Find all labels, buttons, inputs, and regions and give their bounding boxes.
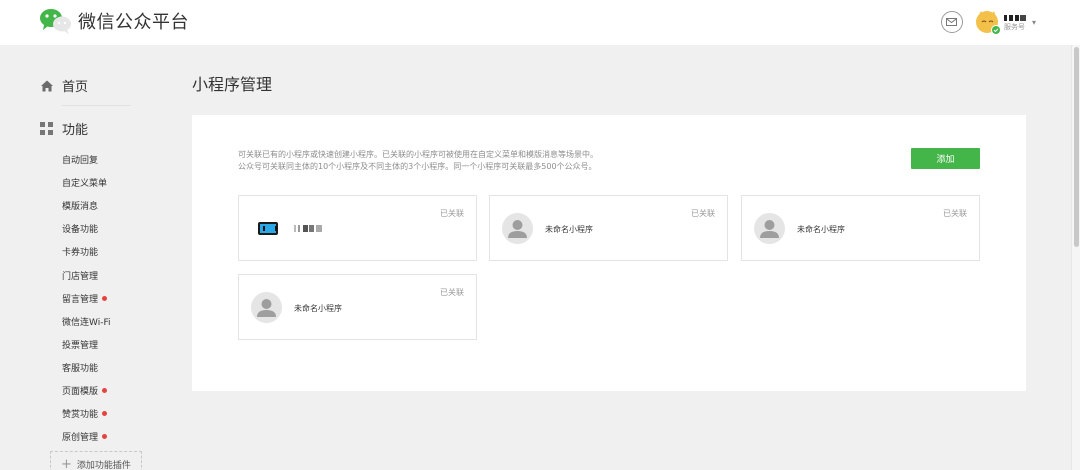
mini-program-panel: 可关联已有的小程序或快速创建小程序。已关联的小程序可被使用在自定义菜单和模版消息… <box>192 115 1026 391</box>
scrollbar-thumb[interactable] <box>1074 47 1079 247</box>
chevron-down-icon[interactable]: ▾ <box>1032 18 1036 27</box>
mail-button[interactable] <box>940 11 963 33</box>
sidebar-item-label: 自动回复 <box>62 156 99 167</box>
sidebar-item-label: 自定义菜单 <box>62 179 108 190</box>
home-icon <box>41 80 53 91</box>
sidebar-section-function: 功能 <box>40 119 88 138</box>
sidebar: 首页 功能 自动回复 自定义菜单 模版消息 设备功能 卡券功能 门店管理 留言管… <box>0 45 170 470</box>
plus-icon: + <box>61 456 72 470</box>
brand-title: 微信公众平台 <box>78 12 189 33</box>
sidebar-item-label: 原创管理 <box>62 433 99 444</box>
mini-program-name-redacted <box>294 225 322 232</box>
sidebar-item-wifi[interactable]: 微信连Wi-Fi <box>62 310 110 333</box>
sidebar-item-label: 模版消息 <box>62 202 99 213</box>
account-area: 服务号 ▾ <box>940 8 1036 36</box>
placeholder-avatar-icon <box>754 213 785 244</box>
placeholder-avatar-icon <box>502 213 533 244</box>
mini-program-name: 未命名小程序 <box>797 225 845 234</box>
sidebar-item-label: 留言管理 <box>62 294 99 305</box>
avatar-icon <box>975 11 1001 35</box>
add-button[interactable]: 添加 <box>911 148 980 169</box>
scrollbar[interactable] <box>1071 45 1080 470</box>
mail-icon <box>946 18 958 26</box>
sidebar-item-label: 设备功能 <box>62 225 99 236</box>
page-title: 小程序管理 <box>192 75 273 94</box>
mini-program-app-icon <box>258 222 278 235</box>
sidebar-item-label: 投票管理 <box>62 340 99 351</box>
sidebar-item-auto-reply[interactable]: 自动回复 <box>62 148 110 171</box>
description-line: 公众号可关联同主体的10个小程序及不同主体的3个小程序。同一个小程序可关联最多5… <box>238 162 597 171</box>
sidebar-item-custom-menu[interactable]: 自定义菜单 <box>62 171 110 194</box>
sidebar-item-reward[interactable]: 赞赏功能 <box>62 402 110 425</box>
sidebar-item-store[interactable]: 门店管理 <box>62 263 110 286</box>
new-badge <box>102 295 108 301</box>
sidebar-item-original[interactable]: 原创管理 <box>62 425 110 448</box>
add-plugin-label: 添加功能插件 <box>76 460 131 470</box>
sidebar-item-page-template[interactable]: 页面模版 <box>62 379 110 402</box>
account-info[interactable]: 服务号 <box>1003 13 1026 31</box>
mini-program-name: 未命名小程序 <box>545 225 593 234</box>
new-badge <box>102 411 108 417</box>
sidebar-item-label: 页面模版 <box>62 386 99 397</box>
sidebar-item-device[interactable]: 设备功能 <box>62 217 110 240</box>
mini-program-name: 未命名小程序 <box>294 304 342 313</box>
mini-program-card[interactable]: 已关联 <box>238 195 477 261</box>
account-name-redacted <box>1003 15 1026 21</box>
status-badge: 已关联 <box>691 209 715 218</box>
avatar[interactable] <box>974 8 1002 36</box>
description: 可关联已有的小程序或快速创建小程序。已关联的小程序可被使用在自定义菜单和模版消息… <box>238 149 598 173</box>
function-menu: 自动回复 自定义菜单 模版消息 设备功能 卡券功能 门店管理 留言管理 微信连W… <box>62 148 110 448</box>
mini-program-card[interactable]: 未命名小程序 已关联 <box>741 195 980 261</box>
top-bar: 微信公众平台 服务号 ▾ <box>0 0 1080 45</box>
new-badge <box>102 434 108 440</box>
status-badge: 已关联 <box>440 288 464 297</box>
sidebar-item-label: 赞赏功能 <box>62 410 99 421</box>
new-badge <box>102 387 108 393</box>
divider <box>62 105 131 106</box>
grid-icon <box>40 122 53 135</box>
sidebar-item-label: 微信连Wi-Fi <box>62 317 111 328</box>
wechat-logo-icon <box>40 9 71 34</box>
placeholder-avatar-icon <box>251 292 282 323</box>
status-badge: 已关联 <box>943 209 967 218</box>
sidebar-section-label: 功能 <box>62 123 89 138</box>
status-badge: 已关联 <box>440 209 464 218</box>
sidebar-item-template-message[interactable]: 模版消息 <box>62 194 110 217</box>
mini-program-card[interactable]: 未命名小程序 已关联 <box>238 274 477 340</box>
sidebar-item-label: 首页 <box>62 80 89 95</box>
sidebar-item-label: 客服功能 <box>62 363 99 374</box>
account-type: 服务号 <box>1003 23 1025 31</box>
sidebar-item-customer-service[interactable]: 客服功能 <box>62 356 110 379</box>
add-plugin-button[interactable]: + 添加功能插件 <box>50 451 142 470</box>
description-line: 可关联已有的小程序或快速创建小程序。已关联的小程序可被使用在自定义菜单和模版消息… <box>238 150 598 159</box>
sidebar-item-coupon[interactable]: 卡券功能 <box>62 240 110 263</box>
sidebar-item-comments[interactable]: 留言管理 <box>62 287 110 310</box>
sidebar-item-label: 门店管理 <box>62 271 99 282</box>
logo[interactable]: 微信公众平台 <box>38 7 189 35</box>
mini-program-card[interactable]: 未命名小程序 已关联 <box>489 195 728 261</box>
sidebar-item-home[interactable]: 首页 <box>40 76 88 95</box>
sidebar-item-vote[interactable]: 投票管理 <box>62 333 110 356</box>
sidebar-item-label: 卡券功能 <box>62 248 99 259</box>
